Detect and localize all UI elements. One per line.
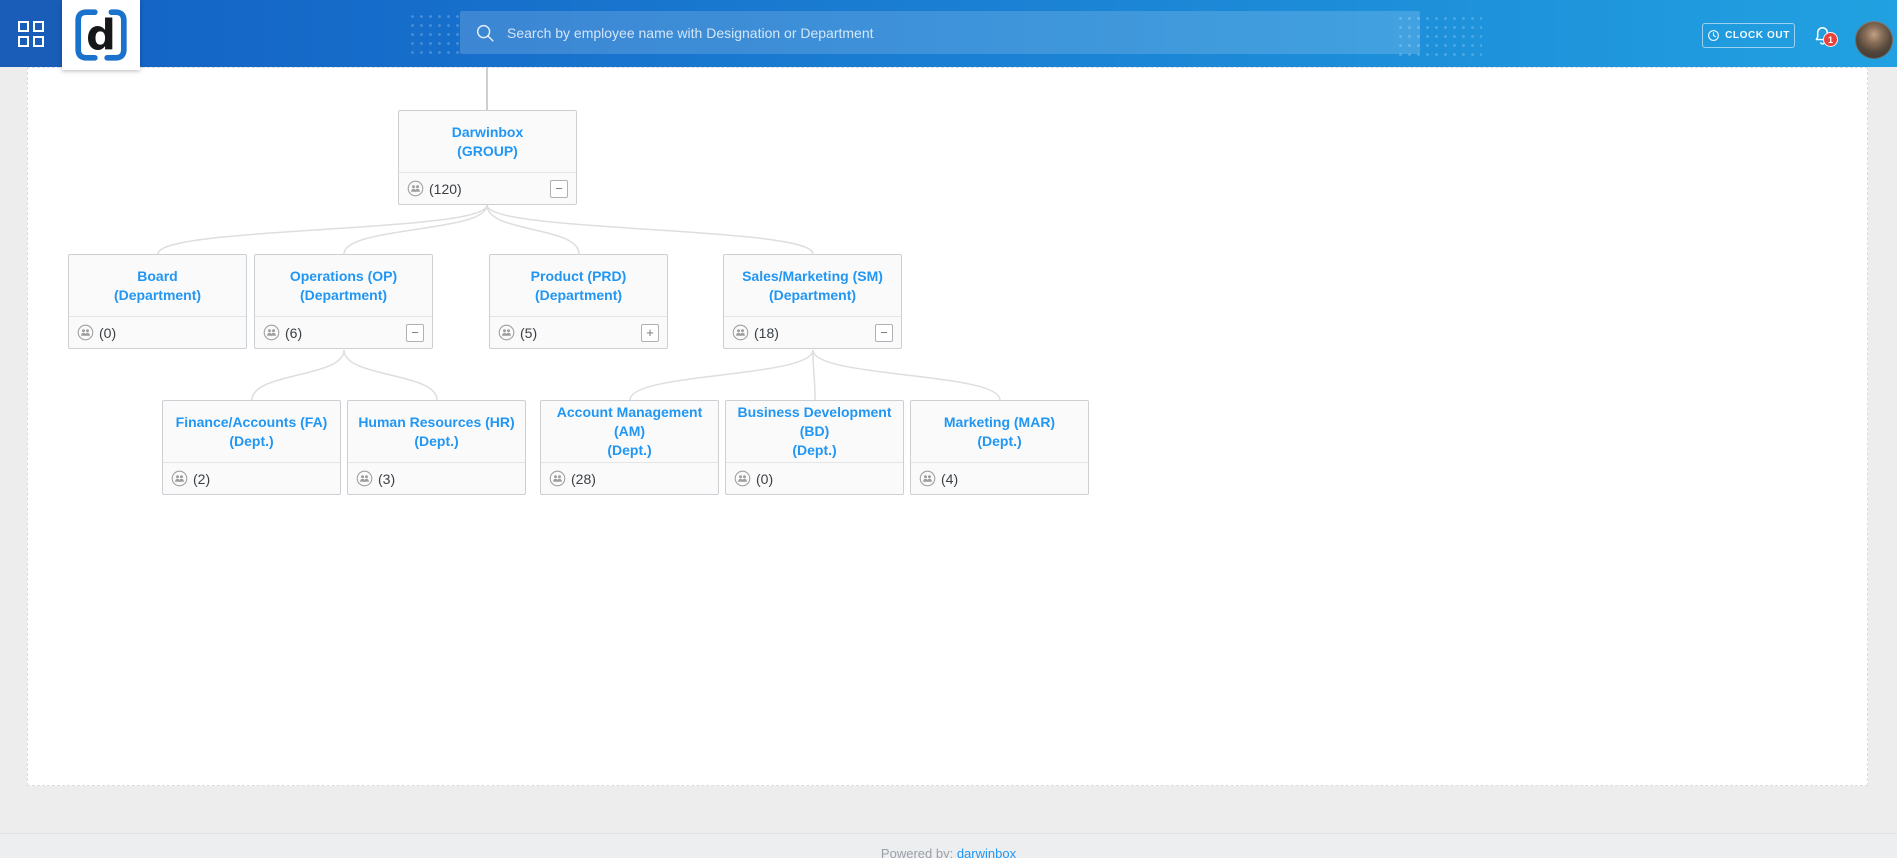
- employee-count-icon: [549, 470, 566, 487]
- org-node-account-management[interactable]: Account Management (AM) (Dept.) (28): [540, 400, 719, 495]
- user-avatar[interactable]: [1855, 21, 1893, 59]
- employee-count-icon: [263, 324, 280, 341]
- employee-count: (28): [571, 471, 596, 487]
- node-title: Account Management (AM): [547, 403, 712, 441]
- global-search-bar[interactable]: [460, 11, 1420, 54]
- org-node-sales-marketing[interactable]: Sales/Marketing (SM) (Department) (18) −: [723, 254, 902, 349]
- clock-out-button[interactable]: CLOCK OUT: [1702, 23, 1795, 48]
- node-title: Sales/Marketing (SM): [730, 267, 895, 286]
- employee-count-icon: [498, 324, 515, 341]
- collapse-button[interactable]: −: [875, 324, 893, 342]
- employee-count: (4): [941, 471, 958, 487]
- node-subtitle: (Dept.): [354, 432, 519, 451]
- collapse-button[interactable]: −: [550, 180, 568, 198]
- darwinbox-logo[interactable]: d: [62, 0, 140, 70]
- employee-count-icon: [77, 324, 94, 341]
- org-node-product[interactable]: Product (PRD) (Department) (5) +: [489, 254, 668, 349]
- node-subtitle: (Department): [75, 286, 240, 305]
- node-subtitle: (Dept.): [917, 432, 1082, 451]
- collapse-button[interactable]: −: [406, 324, 424, 342]
- employee-count: (120): [429, 181, 462, 197]
- org-node-board[interactable]: Board (Department) (0): [68, 254, 247, 349]
- powered-by-label: Powered by:: [881, 846, 953, 858]
- logo-letter: d: [86, 11, 116, 60]
- employee-count: (3): [378, 471, 395, 487]
- node-title: Business Development (BD): [732, 403, 897, 441]
- search-input[interactable]: [507, 25, 1406, 41]
- notifications-button[interactable]: 1: [1812, 25, 1844, 55]
- darwinbox-logo-icon: d: [73, 7, 129, 63]
- employee-count-icon: [407, 180, 424, 197]
- node-title: Operations (OP): [261, 267, 426, 286]
- employee-count-icon: [732, 324, 749, 341]
- clock-icon: [1707, 29, 1720, 42]
- employee-count-icon: [919, 470, 936, 487]
- node-subtitle: (Dept.): [547, 441, 712, 460]
- employee-count: (18): [754, 325, 779, 341]
- employee-count: (0): [99, 325, 116, 341]
- header-dot-pattern: [408, 12, 460, 58]
- node-subtitle: (Department): [261, 286, 426, 305]
- employee-count: (2): [193, 471, 210, 487]
- clock-out-label: CLOCK OUT: [1725, 30, 1790, 41]
- node-title: Darwinbox: [405, 123, 570, 142]
- org-node-finance-accounts[interactable]: Finance/Accounts (FA) (Dept.) (2): [162, 400, 341, 495]
- grid-menu-icon: [18, 21, 44, 47]
- top-navbar: d CLOCK OUT 1: [0, 0, 1897, 67]
- org-node-business-development[interactable]: Business Development (BD) (Dept.) (0): [725, 400, 904, 495]
- employee-count-icon: [356, 470, 373, 487]
- org-node-human-resources[interactable]: Human Resources (HR) (Dept.) (3): [347, 400, 526, 495]
- node-title: Human Resources (HR): [354, 413, 519, 432]
- node-subtitle: (GROUP): [405, 142, 570, 161]
- employee-count: (5): [520, 325, 537, 341]
- apps-menu-button[interactable]: [0, 0, 62, 67]
- node-subtitle: (Dept.): [732, 441, 897, 460]
- org-node-darwinbox[interactable]: Darwinbox (GROUP) (120) −: [398, 110, 577, 205]
- employee-count: (6): [285, 325, 302, 341]
- node-subtitle: (Dept.): [169, 432, 334, 451]
- search-icon: [474, 22, 496, 44]
- employee-count: (0): [756, 471, 773, 487]
- powered-by: Powered by: darwinbox: [0, 846, 1897, 858]
- node-title: Product (PRD): [496, 267, 661, 286]
- node-title: Marketing (MAR): [917, 413, 1082, 432]
- expand-button[interactable]: +: [641, 324, 659, 342]
- node-subtitle: (Department): [496, 286, 661, 305]
- employee-count-icon: [734, 470, 751, 487]
- employee-count-icon: [171, 470, 188, 487]
- org-chart-page: d CLOCK OUT 1: [0, 0, 1897, 858]
- org-node-operations[interactable]: Operations (OP) (Department) (6) −: [254, 254, 433, 349]
- notification-badge: 1: [1823, 32, 1838, 47]
- node-title: Finance/Accounts (FA): [169, 413, 334, 432]
- org-node-marketing[interactable]: Marketing (MAR) (Dept.) (4): [910, 400, 1089, 495]
- node-subtitle: (Department): [730, 286, 895, 305]
- darwinbox-link[interactable]: darwinbox: [957, 846, 1016, 858]
- node-title: Board: [75, 267, 240, 286]
